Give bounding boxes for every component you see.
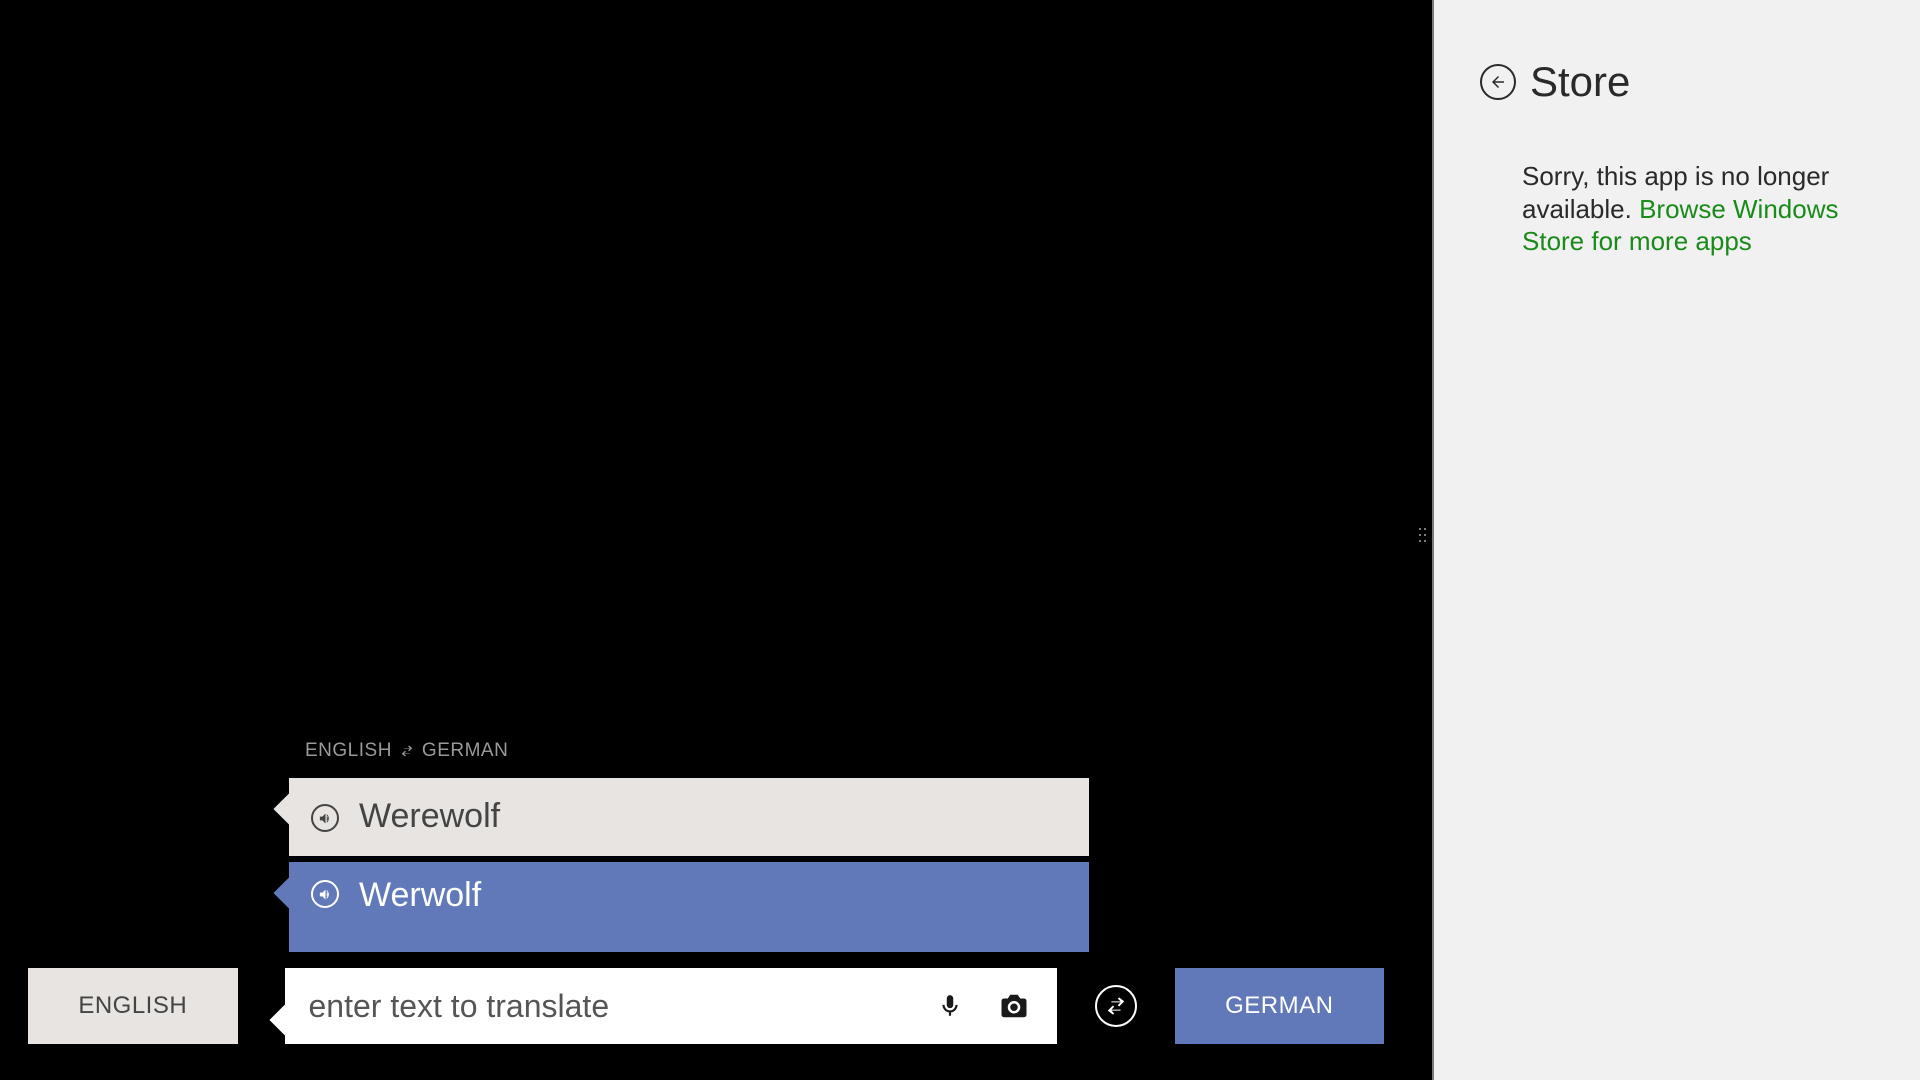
source-language-label: ENGLISH (78, 992, 187, 1020)
target-translation-row: Werwolf (278, 862, 1089, 952)
drag-handle-icon (1419, 528, 1427, 552)
direction-to: GERMAN (422, 740, 508, 762)
input-wrap: enter text to translate (274, 968, 1057, 1044)
store-pane: Store Sorry, this app is no longer avail… (1434, 0, 1920, 1080)
target-text: Werwolf (359, 876, 481, 915)
translation-direction: ENGLISH GERMAN (305, 740, 508, 762)
input-placeholder: enter text to translate (309, 988, 927, 1025)
microphone-icon[interactable] (937, 989, 963, 1023)
back-button[interactable] (1480, 64, 1516, 100)
store-header: Store (1480, 58, 1872, 106)
speak-target-button[interactable] (311, 880, 339, 908)
swap-icon (1105, 995, 1127, 1017)
target-language-label: GERMAN (1225, 992, 1333, 1020)
pane-splitter[interactable] (1412, 0, 1434, 1080)
arrow-left-icon (1489, 73, 1507, 91)
source-language-button[interactable]: ENGLISH (28, 968, 238, 1044)
input-bar: ENGLISH enter text to translate GERMAN (28, 968, 1384, 1044)
source-translation-row: Werewolf (278, 778, 1089, 856)
splitter-edge (1432, 0, 1434, 1080)
swap-arrows-icon (400, 744, 414, 758)
speaker-icon (318, 811, 333, 826)
target-bubble[interactable]: Werwolf (289, 862, 1089, 952)
speak-source-button[interactable] (311, 804, 339, 832)
direction-from: ENGLISH (305, 740, 392, 762)
target-language-button[interactable]: GERMAN (1175, 968, 1385, 1044)
source-text: Werewolf (359, 797, 500, 836)
store-message: Sorry, this app is no longer available. … (1522, 160, 1852, 258)
translator-pane: ENGLISH GERMAN Werewolf Werwolf ENGLISH (0, 0, 1412, 1080)
translate-input[interactable]: enter text to translate (285, 968, 1057, 1044)
source-bubble[interactable]: Werewolf (289, 778, 1089, 856)
store-title: Store (1530, 58, 1630, 106)
speaker-icon (318, 887, 333, 902)
camera-icon[interactable] (995, 991, 1033, 1021)
swap-languages-button[interactable] (1095, 985, 1137, 1027)
